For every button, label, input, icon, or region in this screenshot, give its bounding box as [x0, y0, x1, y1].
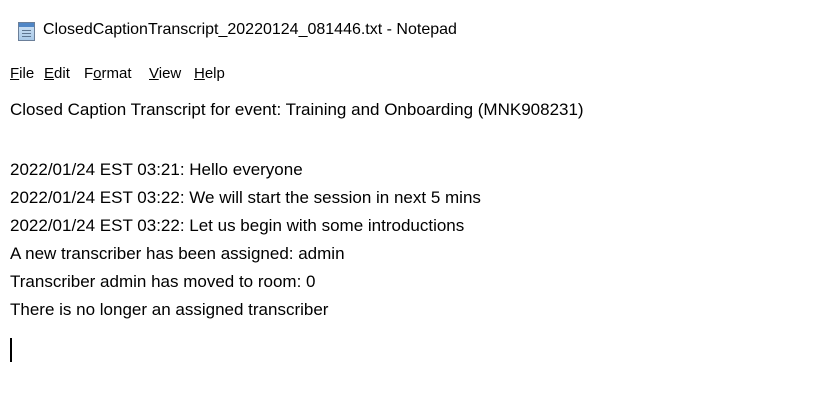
text-caret: [10, 338, 12, 362]
window-title: ClosedCaptionTranscript_20220124_081446.…: [43, 21, 457, 38]
document-line: 2022/01/24 EST 03:22: We will start the …: [10, 188, 481, 207]
document-line: A new transcriber has been assigned: adm…: [10, 244, 345, 263]
document-line: Transcriber admin has moved to room: 0: [10, 272, 316, 291]
menu-edit[interactable]: Edit: [44, 64, 70, 84]
menu-view[interactable]: View: [149, 64, 181, 84]
document-line: 2022/01/24 EST 03:21: Hello everyone: [10, 160, 303, 179]
document-line: Closed Caption Transcript for event: Tra…: [10, 100, 584, 119]
document-line: 2022/01/24 EST 03:22: Let us begin with …: [10, 216, 465, 235]
title-bar[interactable]: ClosedCaptionTranscript_20220124_081446.…: [0, 0, 817, 56]
menu-help[interactable]: Help: [194, 64, 225, 84]
notepad-window: ClosedCaptionTranscript_20220124_081446.…: [0, 0, 817, 398]
menu-file[interactable]: File: [10, 64, 34, 84]
menu-format[interactable]: Format: [84, 64, 132, 84]
text-editor[interactable]: Closed Caption Transcript for event: Tra…: [0, 90, 817, 398]
document-line: There is no longer an assigned transcrib…: [10, 300, 329, 319]
menu-bar: File Edit Format View Help: [0, 60, 817, 88]
notepad-icon: [18, 22, 35, 41]
